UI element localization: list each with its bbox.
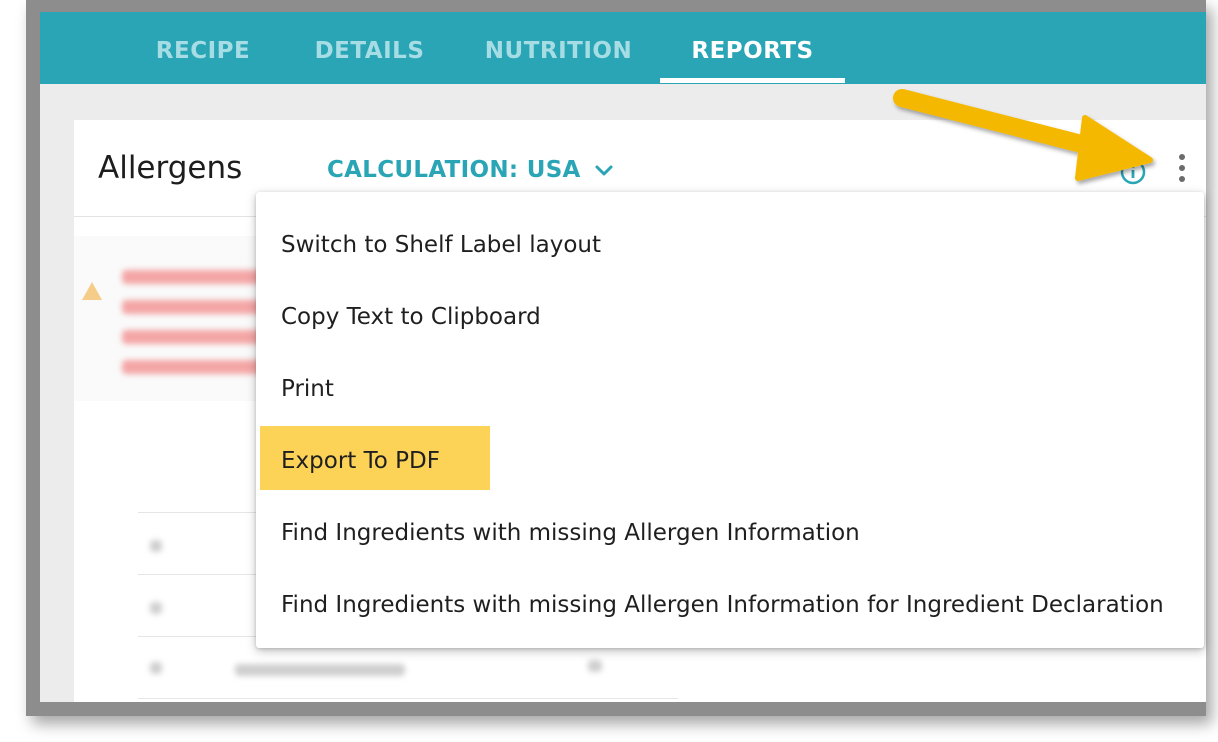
blurred-warning-text xyxy=(122,360,272,374)
tab-details[interactable]: DETAILS xyxy=(302,12,437,84)
card-title: Allergens xyxy=(98,150,243,186)
menu-item-switch-shelf-label[interactable]: Switch to Shelf Label layout xyxy=(256,210,1204,274)
menu-item-find-missing-allergen[interactable]: Find Ingredients with missing Allergen I… xyxy=(256,498,1204,562)
menu-item-export-pdf[interactable]: Export To PDF xyxy=(256,426,1204,490)
tab-bar: RECIPE DETAILS NUTRITION REPORTS xyxy=(40,12,1206,84)
menu-item-copy-text[interactable]: Copy Text to Clipboard xyxy=(256,282,1204,346)
allergen-warning-box xyxy=(74,236,274,401)
menu-item-print[interactable]: Print xyxy=(256,354,1204,418)
menu-item-label: Export To PDF xyxy=(281,448,440,474)
row-divider xyxy=(138,698,678,699)
calculation-dropdown[interactable]: CALCULATION: USA xyxy=(327,157,613,183)
arrow-icon xyxy=(893,89,1153,181)
blurred-row-chevron xyxy=(150,540,162,552)
blurred-warning-text xyxy=(122,330,272,344)
menu-item-label: Find Ingredients with missing Allergen I… xyxy=(281,520,860,546)
report-actions-menu: Switch to Shelf Label layout Copy Text t… xyxy=(256,192,1204,648)
blurred-row-chevron xyxy=(150,662,162,674)
menu-item-label: Copy Text to Clipboard xyxy=(281,304,541,330)
blurred-warning-text xyxy=(122,270,272,284)
chevron-down-icon xyxy=(595,165,613,175)
menu-item-label: Find Ingredients with missing Allergen I… xyxy=(281,592,1164,618)
menu-item-find-missing-allergen-declaration[interactable]: Find Ingredients with missing Allergen I… xyxy=(256,570,1204,634)
menu-item-label: Print xyxy=(281,376,334,402)
tab-nutrition[interactable]: NUTRITION xyxy=(476,12,641,84)
tab-reports[interactable]: REPORTS xyxy=(660,12,845,84)
blurred-row-text xyxy=(235,664,405,676)
calculation-label: CALCULATION: USA xyxy=(327,157,581,183)
blurred-row-chevron xyxy=(588,660,602,672)
blurred-row-chevron xyxy=(150,602,162,614)
menu-item-label: Switch to Shelf Label layout xyxy=(281,232,602,258)
warning-icon xyxy=(82,282,102,300)
active-tab-indicator xyxy=(660,78,845,83)
tab-recipe[interactable]: RECIPE xyxy=(138,12,268,84)
blurred-warning-text xyxy=(122,300,272,314)
